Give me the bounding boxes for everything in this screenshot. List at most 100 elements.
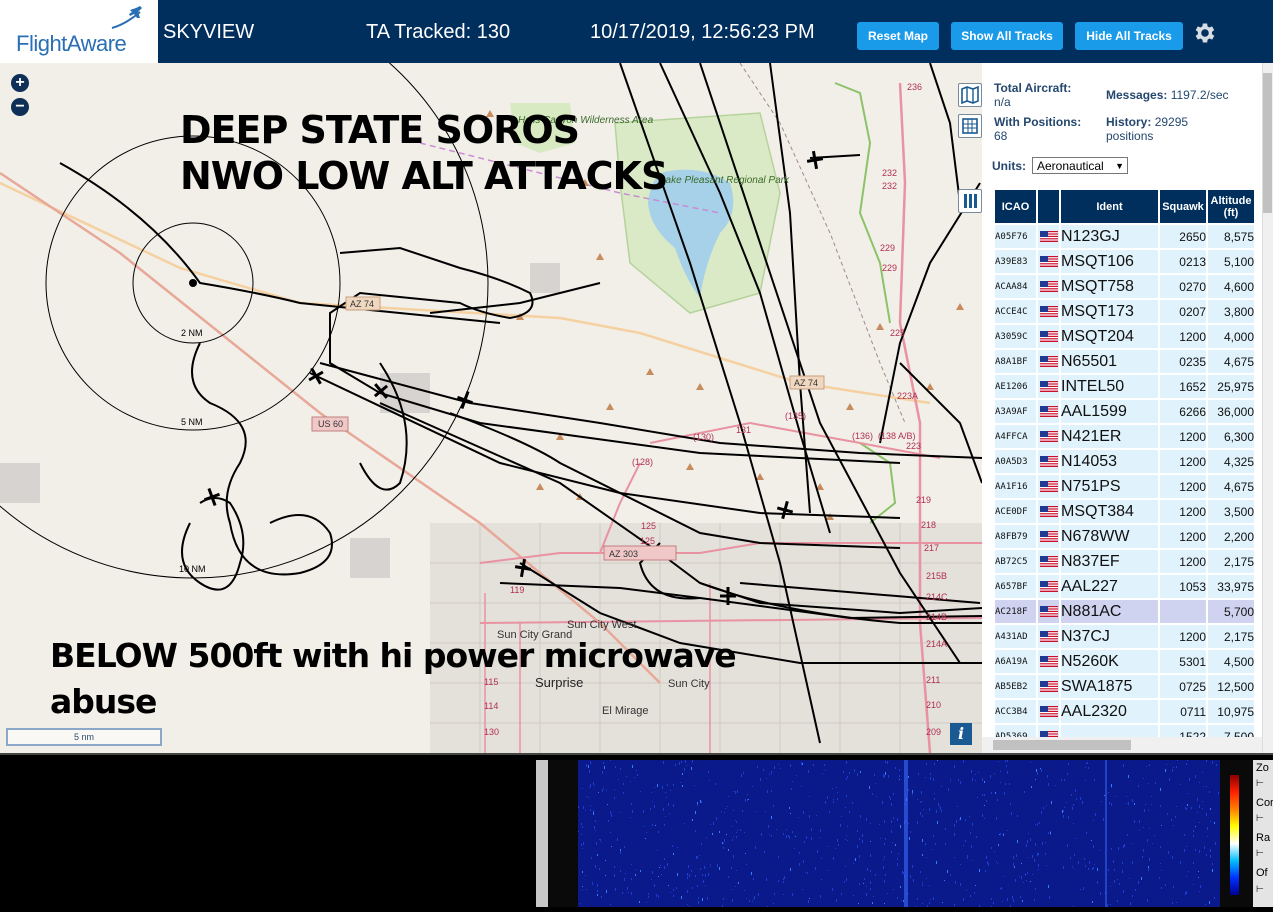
place-sun-city-west: Sun City West [567, 619, 637, 631]
table-row[interactable]: A3A9AF AAL1599 6266 36,000 [995, 400, 1254, 423]
map-scale: 5 nm [6, 728, 162, 746]
cell-flag [1038, 650, 1059, 673]
map-view[interactable]: 2 NM 5 NM 10 NM Hells Canyon Wilderness … [0, 63, 982, 753]
table-row[interactable]: A3059C MSQT204 1200 4,000 [995, 325, 1254, 348]
history-label: History: [1106, 115, 1152, 129]
cell-icao: AA1F16 [995, 475, 1036, 498]
cell-flag [1038, 325, 1059, 348]
columns-button[interactable] [958, 189, 982, 213]
zoom-out-button[interactable]: − [11, 98, 29, 116]
waterfall-display[interactable] [578, 760, 1220, 909]
cell-ident: AAL227 [1061, 575, 1158, 598]
zoom-control-label: Zo [1256, 762, 1269, 774]
cell-icao: ACC3B4 [995, 700, 1036, 723]
table-row[interactable]: A657BF AAL227 1053 33,975 [995, 575, 1254, 598]
table-row[interactable]: A0A5D3 N14053 1200 4,325 [995, 450, 1254, 473]
units-value: Aeronautical [1037, 159, 1104, 173]
map-layers-button[interactable] [958, 83, 982, 107]
pane-divider[interactable] [536, 760, 548, 907]
cell-icao: A8FB79 [995, 525, 1036, 548]
grid-toggle-button[interactable] [958, 114, 982, 138]
cell-ident: N421ER [1061, 425, 1158, 448]
range-slider-icon[interactable]: ⊢ [1256, 848, 1264, 859]
col-flag[interactable] [1038, 190, 1059, 223]
table-row[interactable]: ACAA84 MSQT758 0270 4,600 [995, 275, 1254, 298]
cell-ident: N837EF [1061, 550, 1158, 573]
table-row[interactable]: AC218F N881AC 5,700 [995, 600, 1254, 623]
table-row[interactable]: AE1206 INTEL50 1652 25,975 [995, 375, 1254, 398]
us-flag-icon [1039, 331, 1058, 343]
cell-ident: N751PS [1061, 475, 1158, 498]
road-130b: 130 [484, 727, 499, 737]
cell-icao: A431AD [995, 625, 1036, 648]
cell-ident: N5260K [1061, 650, 1158, 673]
aircraft-panel: Total Aircraft: n/a Messages: 1197.2/sec… [982, 63, 1273, 753]
table-row[interactable]: AA1F16 N751PS 1200 4,675 [995, 475, 1254, 498]
cell-flag [1038, 675, 1059, 698]
range-control-label: Ra [1256, 832, 1271, 844]
cell-altitude: 4,600 [1208, 275, 1254, 298]
aircraft-table: ICAO Ident Squawk Altitude (ft) A05F76 N1… [993, 188, 1256, 750]
cell-altitude: 10,975 [1208, 700, 1254, 723]
table-row[interactable]: A05F76 N123GJ 2650 8,575 [995, 225, 1254, 248]
table-row[interactable]: A8FB79 N678WW 1200 2,200 [995, 525, 1254, 548]
messages-label: Messages: [1106, 88, 1168, 102]
cell-icao: AC218F [995, 600, 1036, 623]
road-219: 219 [916, 495, 931, 505]
cell-ident: MSQT384 [1061, 500, 1158, 523]
table-row[interactable]: A431AD N37CJ 1200 2,175 [995, 625, 1254, 648]
col-icao[interactable]: ICAO [995, 190, 1036, 223]
cell-icao: A657BF [995, 575, 1036, 598]
road-210: 210 [926, 700, 941, 710]
range-label-5nm: 5 NM [181, 417, 203, 427]
cell-altitude: 5,100 [1208, 250, 1254, 273]
hide-all-tracks-button[interactable]: Hide All Tracks [1075, 22, 1183, 50]
cell-flag [1038, 575, 1059, 598]
cell-altitude: 36,000 [1208, 400, 1254, 423]
flightaware-logo[interactable]: FlightAware [0, 0, 158, 63]
grid-icon [962, 118, 978, 134]
road-214b: 214B [926, 612, 947, 622]
cell-ident: AAL2320 [1061, 700, 1158, 723]
units-select[interactable]: Aeronautical ▼ [1032, 157, 1128, 174]
cell-icao: ACAA84 [995, 275, 1036, 298]
table-row[interactable]: A6A19A N5260K 5301 4,500 [995, 650, 1254, 673]
cell-squawk: 0711 [1160, 700, 1206, 723]
contrast-slider-icon[interactable]: ⊢ [1256, 813, 1264, 824]
table-row[interactable]: ACC3B4 AAL2320 0711 10,975 [995, 700, 1254, 723]
units-label: Units: [992, 159, 1026, 173]
road-236: 236 [907, 82, 922, 92]
zoom-in-button[interactable]: + [11, 74, 29, 92]
table-header-row: ICAO Ident Squawk Altitude (ft) [995, 190, 1254, 223]
panel-vertical-scroll-thumb[interactable] [1263, 73, 1272, 213]
col-altitude[interactable]: Altitude (ft) [1208, 190, 1254, 223]
show-all-tracks-button[interactable]: Show All Tracks [951, 22, 1063, 50]
cell-squawk: 1200 [1160, 525, 1206, 548]
table-row[interactable]: AB72C5 N837EF 1200 2,175 [995, 550, 1254, 573]
gear-icon[interactable] [1192, 20, 1218, 46]
table-row[interactable]: A8A1BF N65501 0235 4,675 [995, 350, 1254, 373]
offset-slider-icon[interactable]: ⊢ [1256, 884, 1264, 895]
table-row[interactable]: A39E83 MSQT106 0213 5,100 [995, 250, 1254, 273]
table-row[interactable]: AB5EB2 SWA1875 0725 12,500 [995, 675, 1254, 698]
cell-flag [1038, 250, 1059, 273]
cell-flag [1038, 300, 1059, 323]
col-ident[interactable]: Ident [1061, 190, 1158, 223]
cell-altitude: 33,975 [1208, 575, 1254, 598]
table-row[interactable]: A4FFCA N421ER 1200 6,300 [995, 425, 1254, 448]
road-229b: 229 [882, 263, 897, 273]
with-positions-value: 68 [994, 129, 1008, 143]
panel-horizontal-scroll-thumb[interactable] [993, 740, 1131, 750]
cell-icao: A6A19A [995, 650, 1036, 673]
table-row[interactable]: ACE0DF MSQT384 1200 3,500 [995, 500, 1254, 523]
cell-squawk: 1053 [1160, 575, 1206, 598]
top-bar: FlightAware SKYVIEW TA Tracked: 130 10/1… [0, 0, 1273, 64]
cell-icao: A3A9AF [995, 400, 1036, 423]
reset-map-button[interactable]: Reset Map [857, 22, 939, 50]
col-squawk[interactable]: Squawk [1160, 190, 1206, 223]
table-row[interactable]: ACCE4C MSQT173 0207 3,800 [995, 300, 1254, 323]
map-icon [961, 85, 979, 105]
info-button[interactable]: i [950, 723, 972, 745]
zoom-slider-icon[interactable]: ⊢ [1256, 778, 1264, 789]
cell-ident: MSQT173 [1061, 300, 1158, 323]
